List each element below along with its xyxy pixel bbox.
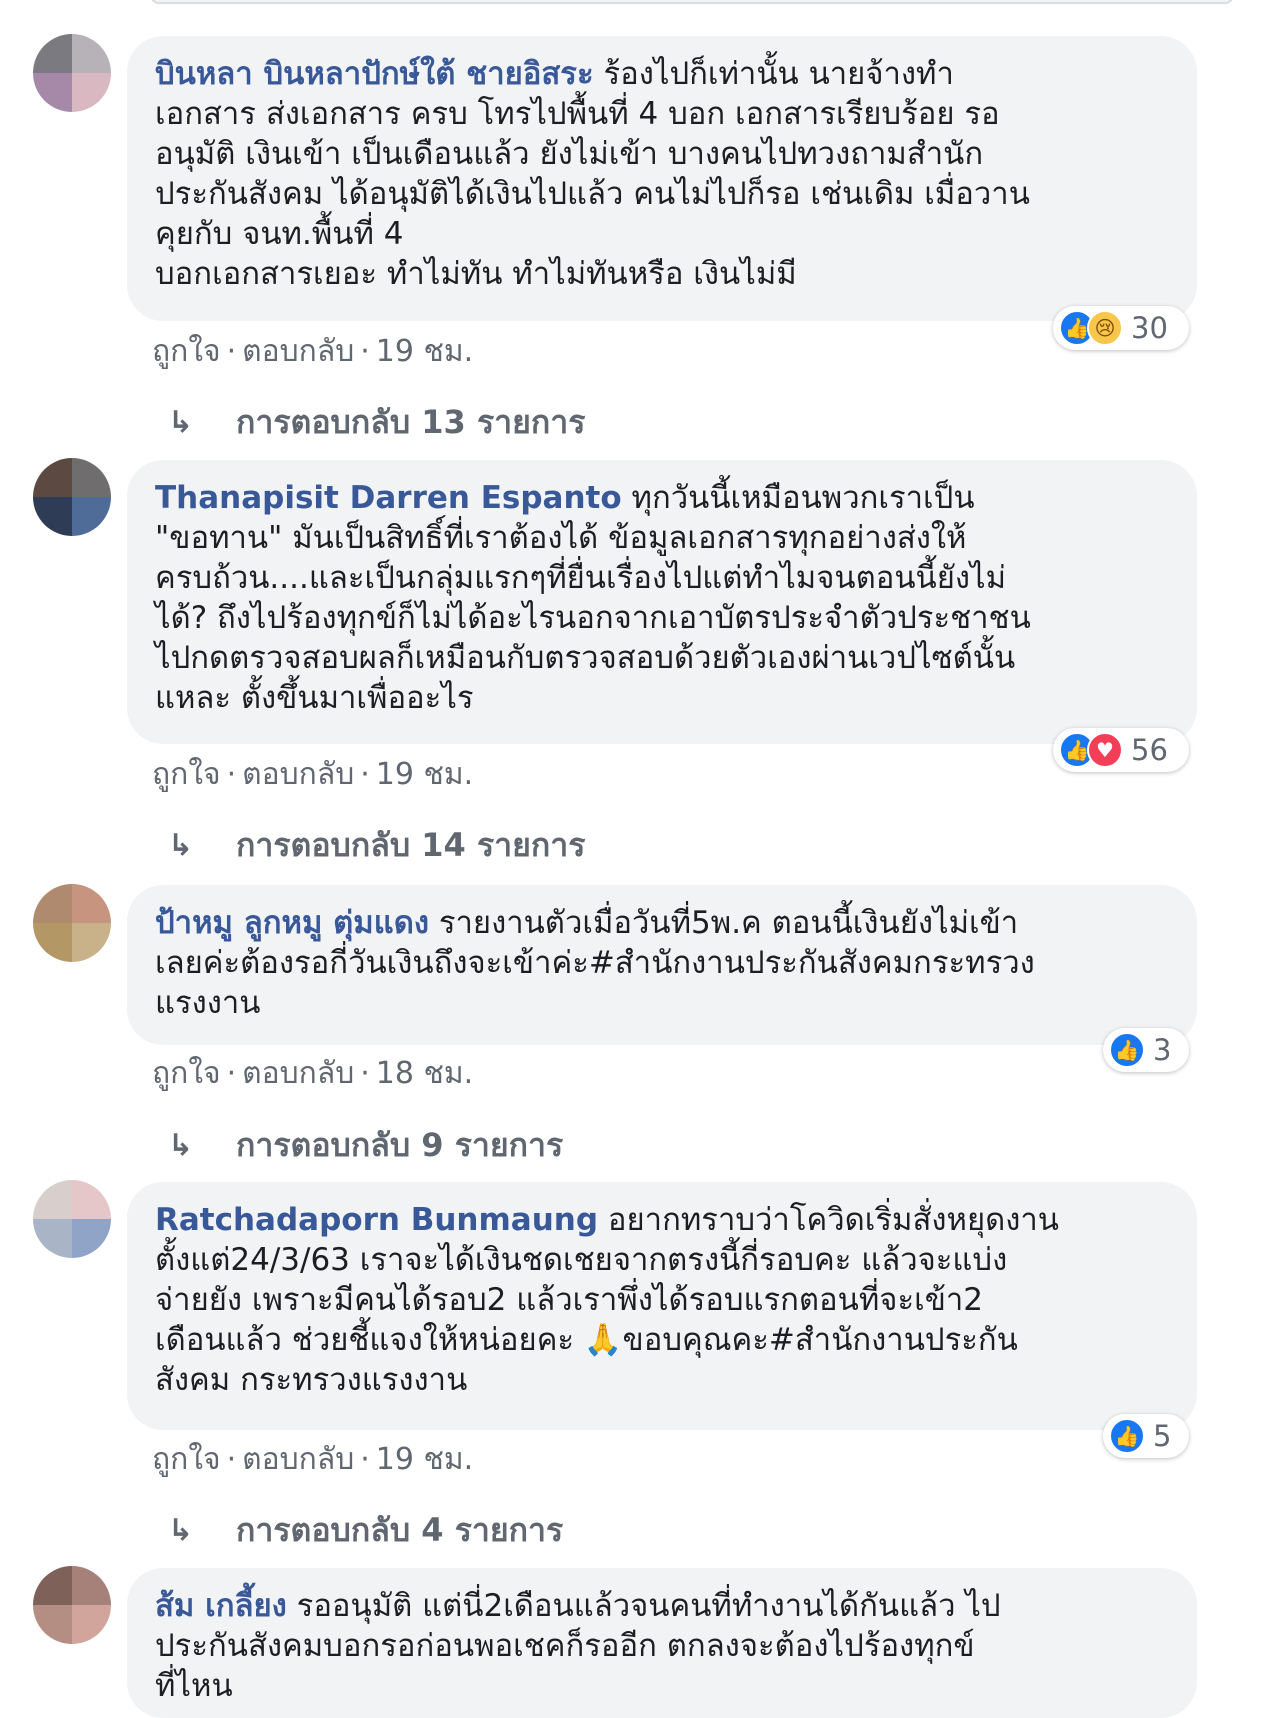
comment-actions: ถูกใจ · ตอบกลับ · 18 ชม. [152, 1050, 473, 1097]
comment-text: ป้าหมู ลูกหมู ตุ่มแดง รายงานตัวเมื่อวันท… [155, 903, 1173, 1023]
like-link[interactable]: ถูกใจ [152, 1442, 221, 1477]
reply-link[interactable]: ตอบกลับ [242, 334, 354, 369]
like-link[interactable]: ถูกใจ [152, 334, 221, 369]
view-replies-link[interactable]: ↳ การตอบกลับ 14 รายการ [168, 820, 585, 871]
reaction-count: 5 [1153, 1419, 1172, 1453]
avatar[interactable] [33, 884, 111, 962]
comment-text: Ratchadaporn Bunmaung อยากทราบว่าโควิดเร… [155, 1200, 1173, 1400]
comment-author[interactable]: ส้ม เกลี้ยง [155, 1588, 287, 1624]
separator-dot: · [360, 334, 370, 369]
comment-author[interactable]: บินหลา บินหลาปักษ์ใต้ ชายอิสระ [155, 56, 594, 92]
reply-link[interactable]: ตอบกลับ [242, 1056, 354, 1091]
like-icon: 👍 [1109, 1032, 1145, 1068]
avatar[interactable] [33, 34, 111, 112]
replies-label: การตอบกลับ 14 รายการ [236, 826, 586, 864]
timestamp[interactable]: 18 ชม. [376, 1056, 473, 1091]
separator-dot: · [226, 1442, 237, 1477]
comment-author[interactable]: Thanapisit Darren Espanto [155, 480, 622, 516]
comment-text: Thanapisit Darren Espanto ทุกวันนี้เหมือ… [155, 478, 1173, 718]
previous-comment-edge [150, 0, 1234, 4]
timestamp[interactable]: 19 ชม. [376, 757, 473, 792]
separator-dot: · [226, 757, 237, 792]
separator-dot: · [360, 1056, 370, 1091]
avatar[interactable] [33, 1566, 111, 1644]
replies-label: การตอบกลับ 13 รายการ [236, 403, 586, 441]
reaction-summary[interactable]: 👍 😢 30 [1053, 306, 1189, 350]
comment-bubble: Ratchadaporn Bunmaung อยากทราบว่าโควิดเร… [127, 1182, 1197, 1458]
reaction-count: 56 [1131, 733, 1168, 767]
love-icon: ♥ [1087, 732, 1123, 768]
separator-dot: · [226, 334, 237, 369]
comment-actions: ถูกใจ · ตอบกลับ · 19 ชม. [152, 328, 473, 375]
view-replies-link[interactable]: ↳ การตอบกลับ 4 รายการ [168, 1505, 563, 1556]
comment-actions: ถูกใจ · ตอบกลับ · 19 ชม. [152, 751, 473, 798]
reply-link[interactable]: ตอบกลับ [242, 757, 354, 792]
reaction-summary[interactable]: 👍 3 [1103, 1028, 1189, 1072]
comment-author[interactable]: Ratchadaporn Bunmaung [155, 1202, 598, 1238]
reaction-summary[interactable]: 👍 ♥ 56 [1053, 728, 1189, 772]
view-replies-link[interactable]: ↳ การตอบกลับ 13 รายการ [168, 397, 585, 448]
replies-label: การตอบกลับ 9 รายการ [236, 1126, 564, 1164]
reaction-summary[interactable]: 👍 5 [1103, 1414, 1189, 1458]
like-link[interactable]: ถูกใจ [152, 757, 221, 792]
sad-icon: 😢 [1087, 310, 1123, 346]
reply-arrow-icon: ↳ [168, 1128, 194, 1163]
separator-dot: · [226, 1056, 237, 1091]
reply-arrow-icon: ↳ [168, 828, 194, 863]
reply-link[interactable]: ตอบกลับ [242, 1442, 354, 1477]
comment-text: บินหลา บินหลาปักษ์ใต้ ชายอิสระ ร้องไปก็เ… [155, 54, 1173, 294]
timestamp[interactable]: 19 ชม. [376, 1442, 473, 1477]
comment-bubble: Thanapisit Darren Espanto ทุกวันนี้เหมือ… [127, 460, 1197, 772]
replies-label: การตอบกลับ 4 รายการ [236, 1511, 564, 1549]
timestamp[interactable]: 19 ชม. [376, 334, 473, 369]
comment-actions: ถูกใจ · ตอบกลับ · 19 ชม. [152, 1436, 473, 1483]
comment-bubble: บินหลา บินหลาปักษ์ใต้ ชายอิสระ ร้องไปก็เ… [127, 36, 1197, 350]
separator-dot: · [360, 1442, 370, 1477]
avatar[interactable] [33, 1180, 111, 1258]
reaction-count: 30 [1131, 311, 1168, 345]
reply-arrow-icon: ↳ [168, 1513, 194, 1548]
comment-text: ส้ม เกลี้ยง รออนุมัติ แต่นี่2เดือนแล้วจน… [155, 1586, 1173, 1706]
comment-author[interactable]: ป้าหมู ลูกหมู ตุ่มแดง [155, 905, 429, 941]
reaction-count: 3 [1153, 1033, 1172, 1067]
avatar[interactable] [33, 458, 111, 536]
like-link[interactable]: ถูกใจ [152, 1056, 221, 1091]
separator-dot: · [360, 757, 370, 792]
reply-arrow-icon: ↳ [168, 405, 194, 440]
like-icon: 👍 [1109, 1418, 1145, 1454]
comment-bubble: ป้าหมู ลูกหมู ตุ่มแดง รายงานตัวเมื่อวันท… [127, 885, 1197, 1072]
view-replies-link[interactable]: ↳ การตอบกลับ 9 รายการ [168, 1120, 563, 1171]
comment-bubble: ส้ม เกลี้ยง รออนุมัติ แต่นี่2เดือนแล้วจน… [127, 1568, 1197, 1718]
